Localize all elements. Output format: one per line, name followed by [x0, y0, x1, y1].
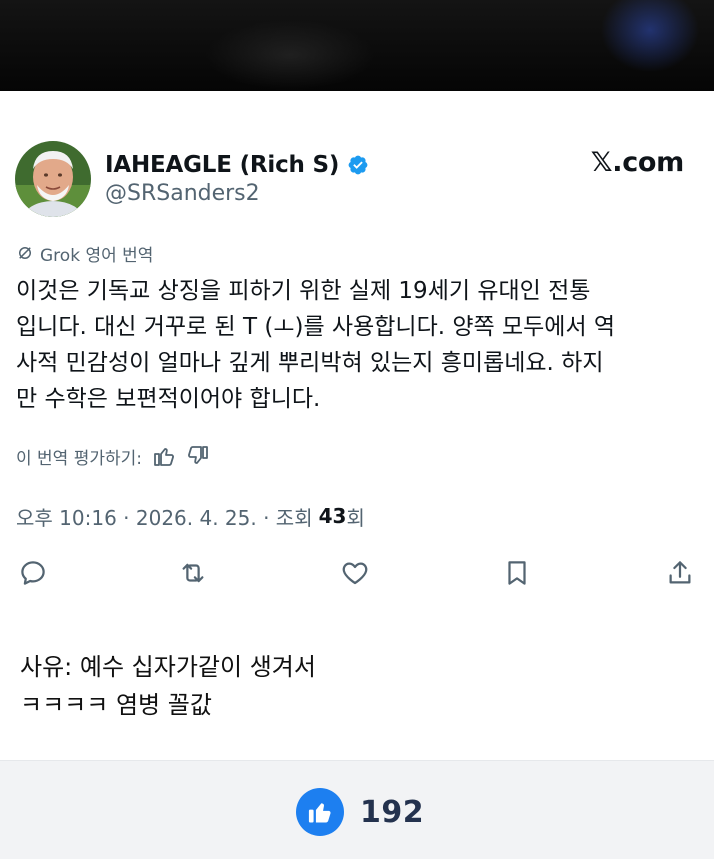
tweet-text-line: 만 수학은 보편적이어야 합니다. [16, 386, 321, 412]
tweet-text-line: 사적 민감성이 얼마나 깊게 뿌리박혀 있는지 흥미롭네요. 하지 [16, 350, 604, 376]
user-display-name[interactable]: IAHEAGLE (Rich S) [105, 152, 339, 178]
like-button[interactable] [337, 555, 373, 591]
post-comment-text: 사유: 예수 십자가같이 생겨서 ㅋㅋㅋㅋ 염병 꼴값 [20, 648, 316, 724]
like-footer-bar: 192 [0, 760, 714, 859]
tweet-meta-row: 오후 10:16 · 2026. 4. 25. · 조회 43 회 [16, 502, 365, 530]
screenshot-page: IAHEAGLE (Rich S) @SRSanders2 𝕏.com Grok… [0, 0, 714, 859]
comment-line: ㅋㅋㅋㅋ 염병 꼴값 [20, 691, 212, 719]
reply-button[interactable] [15, 555, 51, 591]
tweet-action-bar [0, 555, 714, 595]
rate-translation-row: 이 번역 평가하기: [16, 443, 210, 469]
bookmark-icon [508, 561, 526, 585]
tweet-text-line: 입니다. 대신 거꾸로 된 T (ㅗ)를 사용합니다. 양쪽 모두에서 역 [16, 314, 616, 340]
reply-icon [21, 561, 45, 585]
avatar[interactable] [15, 141, 91, 217]
thumbs-up-filled-icon [308, 803, 331, 823]
comment-line: 사유: 예수 십자가같이 생겨서 [20, 653, 316, 681]
grok-icon [19, 247, 31, 259]
thumbs-up-icon[interactable] [152, 444, 176, 468]
share-button[interactable] [662, 555, 698, 591]
user-name-row: IAHEAGLE (Rich S) [105, 148, 369, 182]
like-icon [342, 562, 368, 585]
user-handle[interactable]: @SRSanders2 [105, 181, 260, 206]
recommend-button[interactable]: 192 [296, 788, 424, 836]
verified-badge-icon [348, 155, 368, 175]
bookmark-button[interactable] [499, 555, 535, 591]
tweet-text-line: 이것은 기독교 상징을 피하기 위한 실제 19세기 유대인 전통 [16, 278, 591, 304]
x-com-logo: 𝕏.com [590, 147, 685, 178]
grok-translation-label: Grok 영어 번역 [16, 241, 154, 266]
share-icon [669, 561, 691, 584]
top-cropped-image [0, 0, 714, 91]
thumbs-up-circle [296, 788, 344, 836]
tweet-timestamp[interactable]: 오후 10:16 · 2026. 4. 25. · 조회 [16, 502, 313, 531]
retweet-icon [182, 563, 204, 583]
views-suffix: 회 [346, 505, 365, 530]
views-count: 43 [318, 504, 347, 528]
like-count: 192 [360, 794, 425, 830]
translation-label-text: Grok 영어 번역 [40, 245, 154, 266]
rate-translation-label: 이 번역 평가하기: [16, 448, 143, 469]
retweet-button[interactable] [175, 555, 211, 591]
tweet-text: 이것은 기독교 상징을 피하기 위한 실제 19세기 유대인 전통 입니다. 대… [16, 273, 706, 417]
thumbs-down-icon[interactable] [186, 444, 210, 468]
avatar-image [15, 141, 91, 217]
